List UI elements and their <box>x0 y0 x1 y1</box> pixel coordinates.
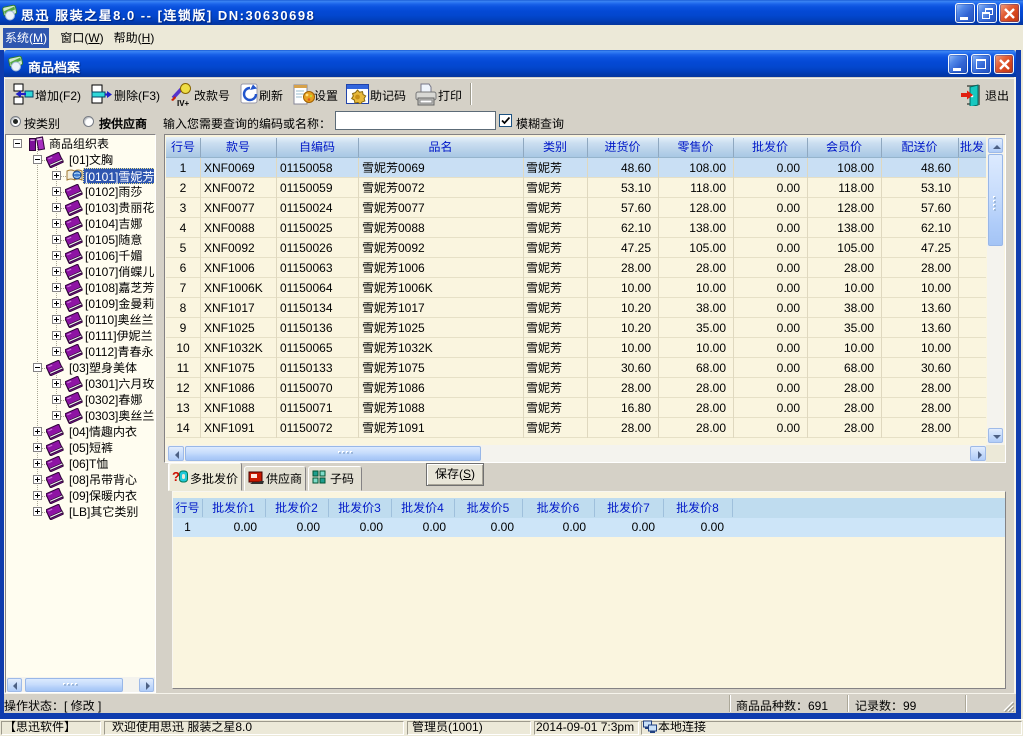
svg-text:?: ? <box>172 469 180 483</box>
svg-text:IV+: IV+ <box>177 99 190 107</box>
